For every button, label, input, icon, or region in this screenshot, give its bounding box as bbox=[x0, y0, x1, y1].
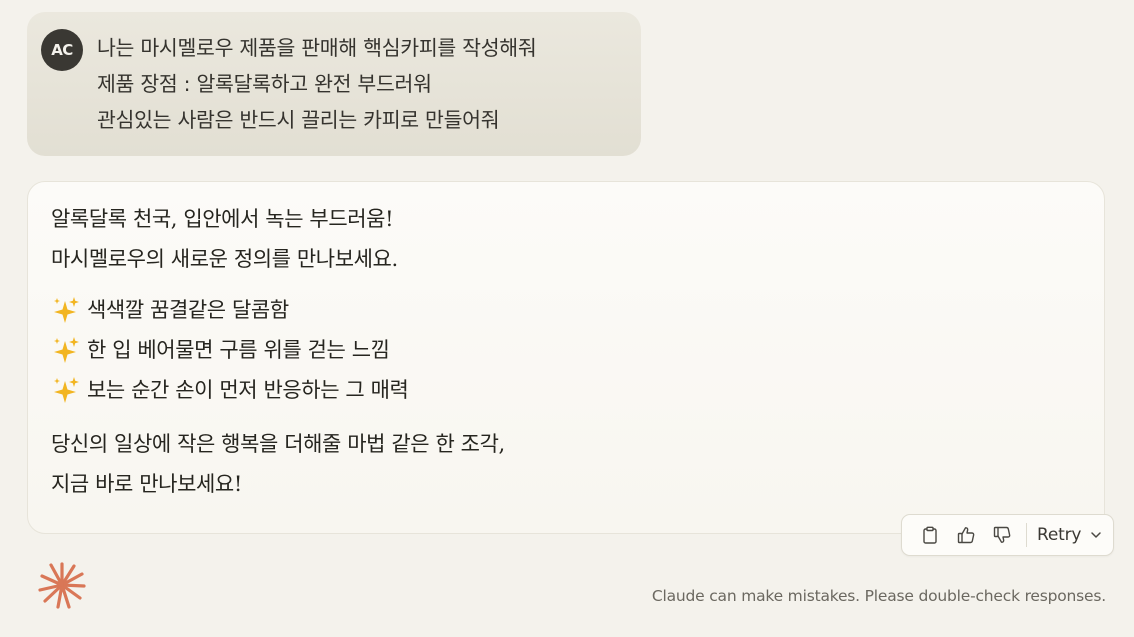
user-avatar[interactable]: AC bbox=[41, 29, 83, 71]
bullet-item: 색색깔 꿈결같은 달콤함 bbox=[51, 290, 408, 330]
retry-label: Retry bbox=[1037, 525, 1082, 545]
toolbar-divider bbox=[1026, 523, 1027, 547]
chevron-down-icon bbox=[1091, 532, 1101, 538]
copy-button[interactable] bbox=[912, 519, 948, 551]
user-message-text: 나는 마시멜로우 제품을 판매해 핵심카피를 작성해줘 제품 장점 : 알록달록… bbox=[97, 30, 537, 138]
user-message-bubble: AC 나는 마시멜로우 제품을 판매해 핵심카피를 작성해줘 제품 장점 : 알… bbox=[27, 12, 641, 156]
clipboard-icon bbox=[923, 526, 937, 544]
response-line: 당신의 일상에 작은 행복을 더해줄 마법 같은 한 조각, bbox=[51, 432, 505, 456]
user-message-line: 나는 마시멜로우 제품을 판매해 핵심카피를 작성해줘 bbox=[97, 36, 537, 60]
thumbs-down-icon bbox=[993, 526, 1011, 543]
claude-logo-icon bbox=[38, 562, 86, 609]
user-message-line: 제품 장점 : 알록달록하고 완전 부드러워 bbox=[97, 72, 432, 96]
bullet-item: 한 입 베어물면 구름 위를 걷는 느낌 bbox=[51, 330, 408, 370]
bullet-text: 보는 순간 손이 먼저 반응하는 그 매력 bbox=[87, 378, 409, 402]
thumbs-down-button[interactable] bbox=[984, 519, 1020, 551]
response-intro: 알록달록 천국, 입안에서 녹는 부드러움! 마시멜로우의 새로운 정의를 만나… bbox=[51, 199, 398, 279]
sparkles-icon bbox=[54, 337, 79, 363]
assistant-response-card: 알록달록 천국, 입안에서 녹는 부드러움! 마시멜로우의 새로운 정의를 만나… bbox=[27, 181, 1105, 534]
response-action-toolbar: Retry bbox=[901, 514, 1114, 556]
response-line: 마시멜로우의 새로운 정의를 만나보세요. bbox=[51, 247, 398, 271]
bullet-text: 한 입 베어물면 구름 위를 걷는 느낌 bbox=[87, 338, 390, 362]
response-bullets: 색색깔 꿈결같은 달콤함 한 입 베어물면 구름 위를 걷는 느낌 보는 순간 … bbox=[51, 290, 409, 410]
response-closing: 당신의 일상에 작은 행복을 더해줄 마법 같은 한 조각, 지금 바로 만나보… bbox=[51, 424, 505, 504]
bullet-text: 색색깔 꿈결같은 달콤함 bbox=[87, 298, 289, 322]
sparkles-icon bbox=[54, 297, 79, 323]
user-message-line: 관심있는 사람은 반드시 끌리는 카피로 만들어줘 bbox=[97, 108, 500, 132]
retry-button[interactable]: Retry bbox=[1037, 519, 1103, 551]
chat-page: AC 나는 마시멜로우 제품을 판매해 핵심카피를 작성해줘 제품 장점 : 알… bbox=[0, 0, 1134, 637]
response-line: 지금 바로 만나보세요! bbox=[51, 472, 242, 496]
disclaimer-text: Claude can make mistakes. Please double-… bbox=[651, 587, 1106, 605]
thumbs-up-icon bbox=[957, 527, 975, 544]
thumbs-up-button[interactable] bbox=[948, 519, 984, 551]
response-line: 알록달록 천국, 입안에서 녹는 부드러움! bbox=[51, 207, 394, 231]
sparkles-icon bbox=[54, 377, 79, 403]
bullet-item: 보는 순간 손이 먼저 반응하는 그 매력 bbox=[51, 370, 409, 410]
